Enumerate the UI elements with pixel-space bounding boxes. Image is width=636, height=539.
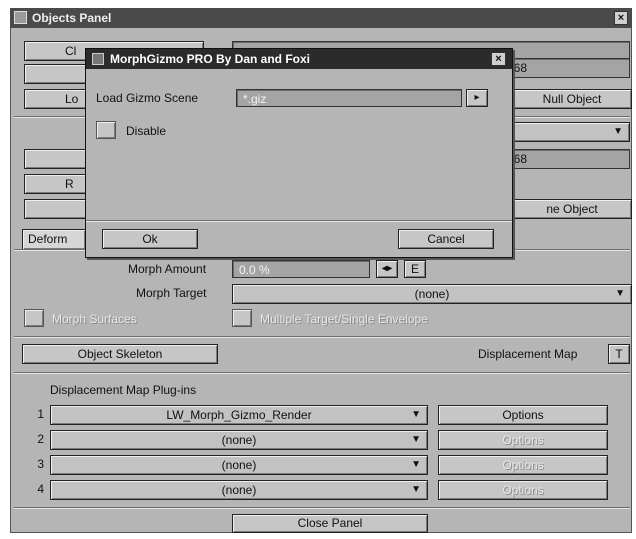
chevron-down-icon: ▼ xyxy=(411,409,421,420)
close-icon[interactable]: × xyxy=(491,52,506,66)
morph-target-label: Morph Target xyxy=(136,286,207,300)
object-skeleton-button[interactable]: Object Skeleton xyxy=(22,344,218,364)
dialog-titlebar[interactable]: MorphGizmo PRO By Dan and Foxi × xyxy=(86,49,512,69)
close-icon[interactable]: × xyxy=(614,11,628,25)
dialog-divider xyxy=(86,220,512,222)
morphgizmo-dialog xyxy=(85,48,513,258)
objects-panel-titlebar[interactable]: Objects Panel × xyxy=(10,8,632,28)
morph-surfaces-checkbox[interactable] xyxy=(24,309,44,327)
morph-target-value: (none) xyxy=(414,287,450,301)
disable-label: Disable xyxy=(126,124,167,138)
plugin-select-1[interactable]: LW_Morph_Gizmo_Render ▼ xyxy=(50,405,428,425)
plugin-options-button-2[interactable]: Options xyxy=(438,430,608,450)
displacement-map-label: Displacement Map xyxy=(478,347,578,361)
plugins-heading: Displacement Map Plug-ins xyxy=(50,383,197,397)
morph-amount-label: Morph Amount xyxy=(128,262,207,276)
app-window-icon xyxy=(14,11,27,24)
app-window-icon xyxy=(92,53,104,65)
morph-target-select[interactable]: (none) ▼ xyxy=(232,284,632,304)
plugin-options-button-1[interactable]: Options xyxy=(438,405,608,425)
replace-label: R xyxy=(65,177,74,191)
displacement-map-texture-button[interactable]: T xyxy=(608,344,630,364)
ok-button[interactable]: Ok xyxy=(102,229,198,249)
multiple-target-label: Multiple Target/Single Envelope xyxy=(260,312,428,326)
plugin-slot-number: 2 xyxy=(37,432,44,446)
cancel-button[interactable]: Cancel xyxy=(398,229,494,249)
close-panel-button[interactable]: Close Panel xyxy=(232,514,428,533)
chevron-down-icon: ▼ xyxy=(613,126,623,137)
plugin-select-2[interactable]: (none) ▼ xyxy=(50,430,428,450)
clear-button-label: Cl xyxy=(65,44,77,58)
multiple-target-checkbox[interactable] xyxy=(232,309,252,327)
gizmo-scene-input[interactable]: *.giz xyxy=(236,89,462,107)
chevron-down-icon: ▼ xyxy=(411,434,421,445)
plugin-name: LW_Morph_Gizmo_Render xyxy=(166,408,312,422)
add-null-object-button[interactable]: Null Object xyxy=(512,89,632,109)
plugin-slot-number: 1 xyxy=(37,407,44,421)
plugin-name: (none) xyxy=(221,483,257,497)
drag-adjust-icon[interactable]: ◂▸ xyxy=(376,260,398,278)
polygons-count-field: 268 xyxy=(500,149,630,169)
morph-surfaces-label: Morph Surfaces xyxy=(52,312,137,326)
plugin-slot-number: 4 xyxy=(37,482,44,496)
plugin-options-button-4[interactable]: Options xyxy=(438,480,608,500)
disable-checkbox[interactable] xyxy=(96,121,116,139)
plugin-options-button-3[interactable]: Options xyxy=(438,455,608,475)
plugin-select-4[interactable]: (none) ▼ xyxy=(50,480,428,500)
plugin-name: (none) xyxy=(221,458,257,472)
chevron-down-icon: ▼ xyxy=(411,459,421,470)
divider xyxy=(14,336,630,338)
envelope-button[interactable]: E xyxy=(404,260,426,278)
chevron-down-icon: ▼ xyxy=(411,484,421,495)
points-count-field: 268 xyxy=(500,58,630,78)
divider xyxy=(14,372,630,374)
load-object-label: Lo xyxy=(65,92,79,106)
dialog-title: MorphGizmo PRO By Dan and Foxi xyxy=(110,52,311,66)
chevron-down-icon: ▼ xyxy=(615,288,625,299)
plugin-slot-number: 3 xyxy=(37,457,44,471)
browse-icon[interactable]: ▸ xyxy=(466,89,488,107)
clone-object-button[interactable]: ne Object xyxy=(512,199,632,219)
object-select[interactable]: ▼ xyxy=(510,122,630,142)
plugin-select-3[interactable]: (none) ▼ xyxy=(50,455,428,475)
tab-deform[interactable]: Deform xyxy=(22,229,86,249)
plugin-name: (none) xyxy=(221,433,257,447)
objects-panel-title: Objects Panel xyxy=(32,11,112,25)
divider xyxy=(14,507,630,509)
morph-amount-input[interactable]: 0.0 % xyxy=(232,260,370,278)
load-gizmo-scene-label: Load Gizmo Scene xyxy=(96,91,199,105)
